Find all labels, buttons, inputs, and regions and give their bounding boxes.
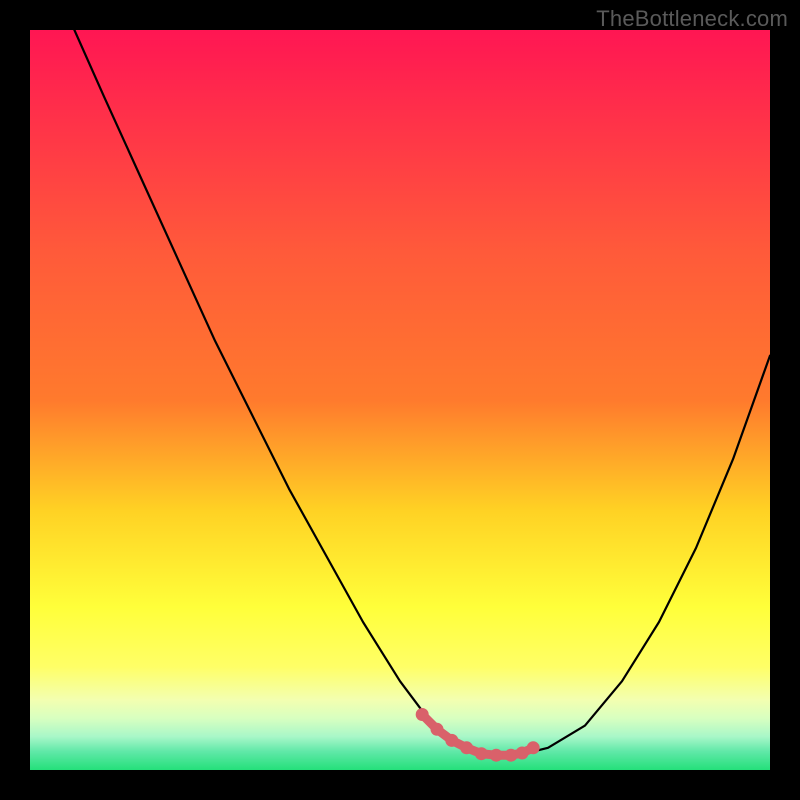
- highlight-dot: [431, 723, 444, 736]
- watermark-text: TheBottleneck.com: [596, 6, 788, 32]
- chart-plot: [30, 30, 770, 770]
- highlight-dot: [460, 741, 473, 754]
- highlight-dot: [490, 749, 503, 762]
- highlight-dot: [475, 747, 488, 760]
- chart-svg: [30, 30, 770, 770]
- chart-frame: TheBottleneck.com: [0, 0, 800, 800]
- highlight-dot: [505, 749, 518, 762]
- highlight-dot: [516, 747, 529, 760]
- highlight-dot: [416, 708, 429, 721]
- highlight-dot: [527, 741, 540, 754]
- highlight-dot: [445, 734, 458, 747]
